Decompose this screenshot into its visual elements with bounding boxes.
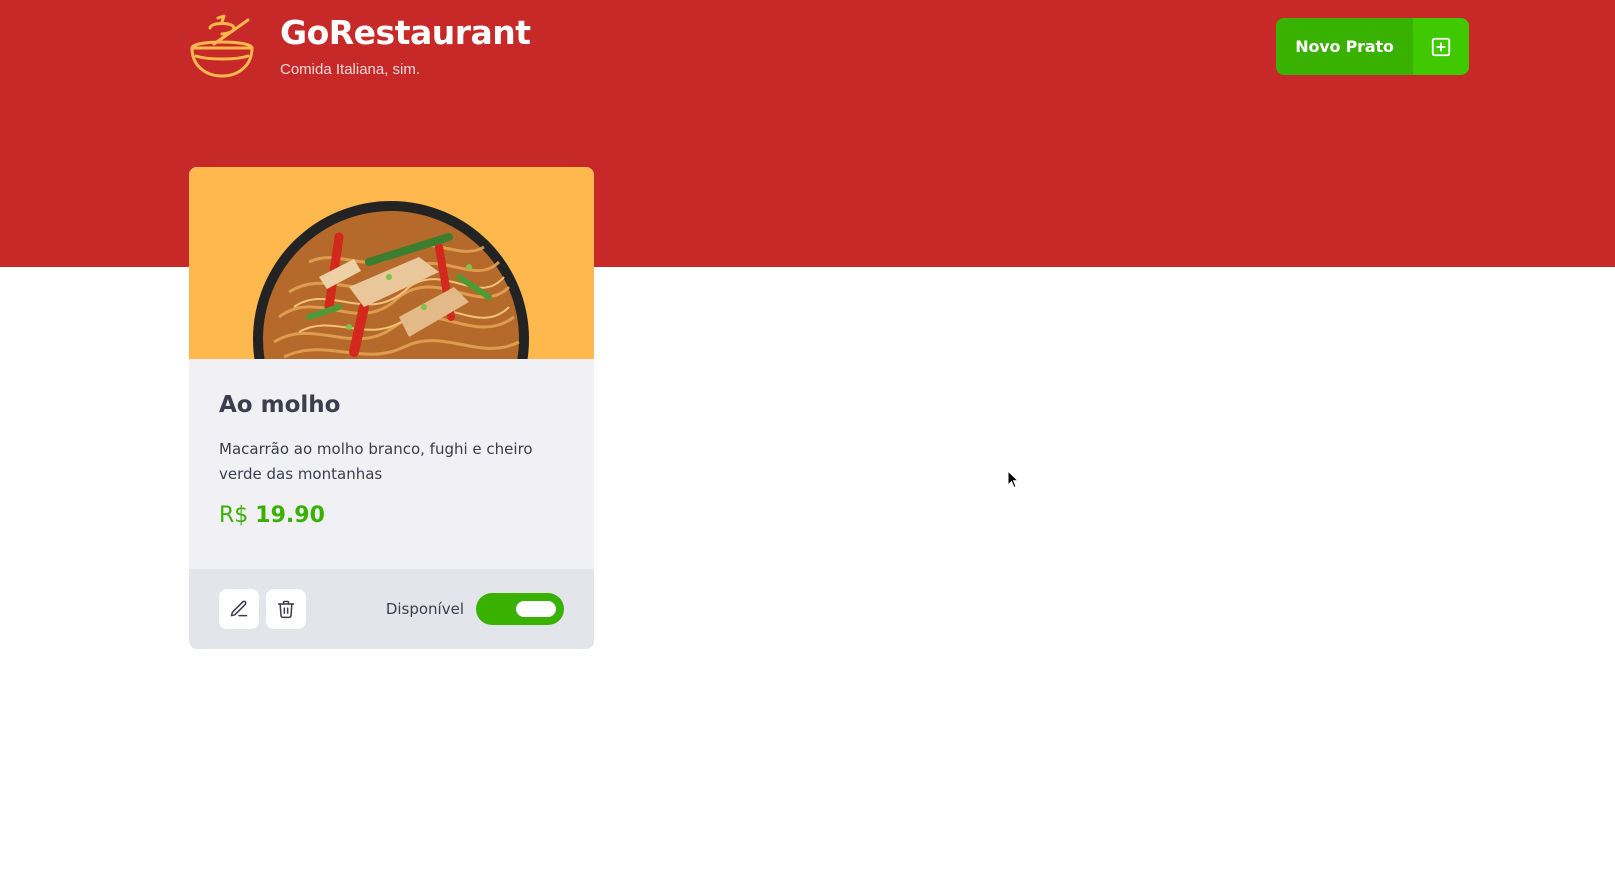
food-name: Ao molho (219, 392, 341, 418)
food-price: R$ 19.90 (219, 503, 564, 528)
delete-button[interactable] (266, 589, 306, 629)
food-image (189, 167, 594, 359)
plus-square-icon (1431, 37, 1451, 56)
pasta-dish-illustration (253, 201, 529, 359)
edit-button[interactable] (219, 589, 259, 629)
food-card-footer: Disponível (189, 569, 594, 649)
new-dish-button-icon-area (1413, 18, 1469, 75)
logo: GoRestaurant Comida Italiana, sim. (188, 14, 531, 78)
brand-title: GoRestaurant (280, 13, 531, 52)
food-info: Ao molho Macarrão ao molho branco, fughi… (189, 359, 594, 568)
pencil-icon (230, 600, 248, 617)
availability-label: Disponível (385, 600, 464, 618)
food-description: Macarrão ao molho branco, fughi e cheiro… (219, 440, 533, 483)
availability-toggle[interactable] (476, 593, 564, 625)
brand-subtitle: Comida Italiana, sim. (280, 61, 421, 78)
toggle-knob (516, 601, 556, 617)
bowl-icon (190, 14, 254, 78)
mouse-cursor-icon (1007, 470, 1019, 489)
new-dish-button-label: Novo Prato (1276, 18, 1413, 75)
price-value: 19.90 (255, 503, 325, 528)
food-card: Ao molho Macarrão ao molho branco, fughi… (189, 167, 594, 649)
trash-icon (277, 600, 295, 619)
availability: Disponível (386, 593, 564, 625)
price-currency: R$ (219, 503, 249, 528)
new-dish-button[interactable]: Novo Prato (1276, 18, 1469, 75)
